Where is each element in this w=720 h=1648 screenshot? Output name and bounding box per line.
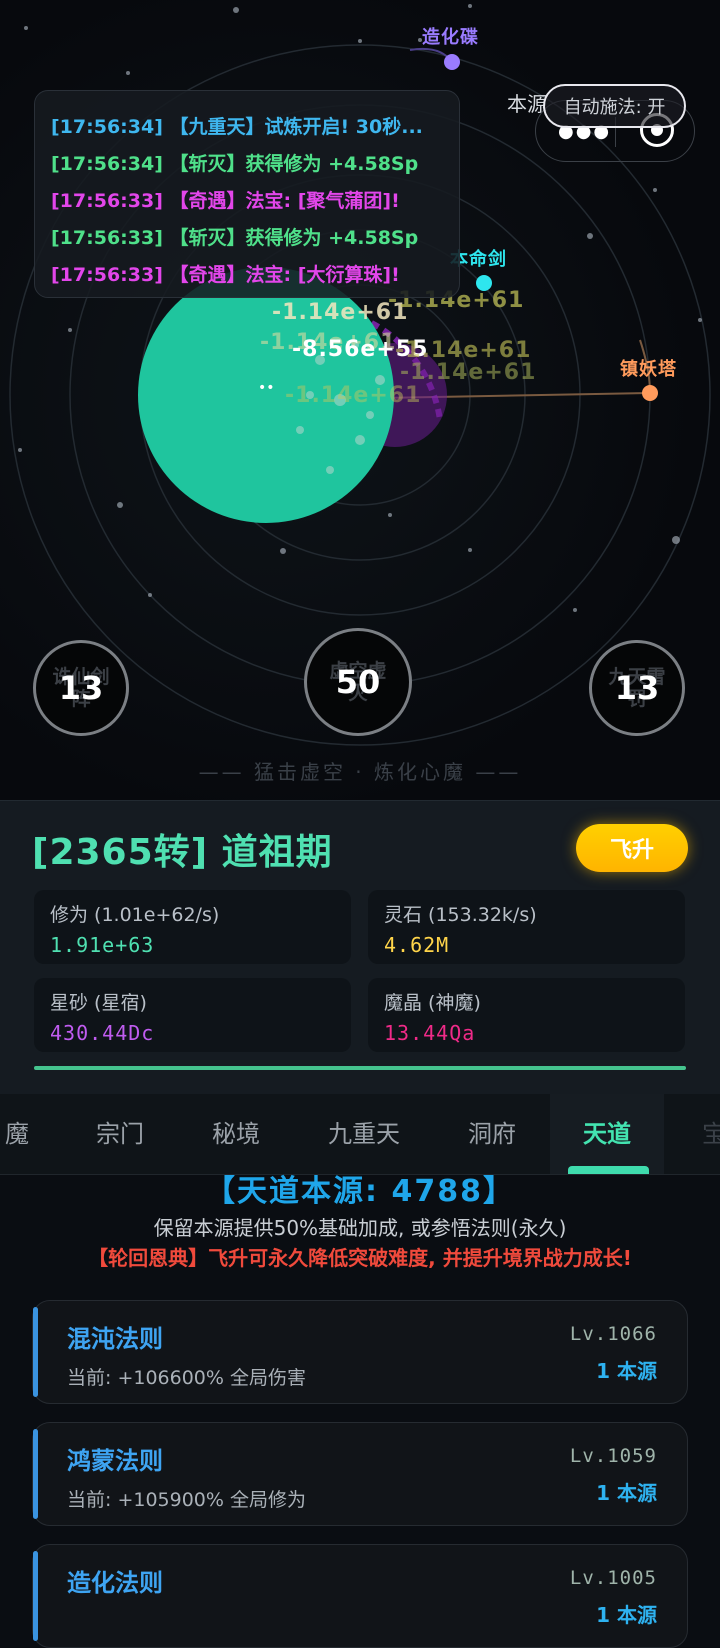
law-card-zaohua[interactable]: 造化法则 Lv.1005 1 本源: [32, 1544, 688, 1648]
log-line: [17:56:34] 【九重天】试炼开启! 30秒...: [51, 116, 423, 138]
tab-cave[interactable]: 洞府: [450, 1094, 534, 1174]
skill-orb-void[interactable]: 虚空虚灭 50: [304, 628, 412, 736]
planet-zhenyao: [642, 385, 658, 401]
scene-slogan: —— 猛击虚空 · 炼化心魔 ——: [198, 760, 522, 784]
planet-label-zaohua: 造化碟: [422, 27, 479, 48]
battle-scene[interactable]: 造化碟 本命剑 镇妖塔 -1.14e+61 -1.14e+61 -1.14e+6…: [0, 0, 720, 800]
damage-number: -1.14e+61: [400, 360, 537, 385]
tab-nine-heavens[interactable]: 九重天: [316, 1094, 412, 1174]
log-line: [17:56:34] 【斩灭】获得修为 +4.58Sp: [51, 153, 419, 175]
reincarnation-warning: 【轮回恩典】飞升可永久降低突破难度, 并提升境界战力成长!: [88, 1246, 632, 1270]
tab-treasure[interactable]: 宝: [694, 1094, 720, 1174]
tab-demon[interactable]: 魔: [0, 1094, 34, 1174]
tab-secret-realm[interactable]: 秘境: [194, 1094, 278, 1174]
law-card-hongmeng[interactable]: 鸿蒙法则 当前: +105900% 全局修为 Lv.1059 1 本源: [32, 1422, 688, 1526]
log-line: [17:56:33] 【奇遇】法宝: [大衍算珠]!: [51, 264, 400, 286]
skill-orb-zhuxian[interactable]: 诛仙剑阵 13: [33, 640, 129, 736]
auto-cast-toggle[interactable]: 自动施法: 开: [543, 84, 686, 128]
stat-demon-crystal: 魔晶 (神魔) 13.44Qa: [368, 978, 685, 1052]
event-log: [17:56:34] 【九重天】试炼开启! 30秒... [17:56:34] …: [34, 90, 460, 298]
planet-zaohua: [444, 54, 460, 70]
core-eyes: ••: [258, 380, 275, 396]
skill-orb-thunder[interactable]: 九天雷罚 13: [589, 640, 685, 736]
stat-cultivation: 修为 (1.01e+62/s) 1.91e+63: [34, 890, 351, 964]
tab-heavenly-dao[interactable]: 天道: [550, 1094, 664, 1174]
dao-source-headline: 【天道本源: 4788】: [205, 1174, 515, 1209]
law-card-chaos[interactable]: 混沌法则 当前: +106600% 全局伤害 Lv.1066 1 本源: [32, 1300, 688, 1404]
tab-sect[interactable]: 宗门: [78, 1094, 162, 1174]
tab-bar: 魔 宗门 秘境 九重天 洞府 天道 宝: [0, 1094, 720, 1175]
planet-label-zhenyao: 镇妖塔: [620, 359, 677, 380]
log-line: [17:56:33] 【奇遇】法宝: [聚气蒲团]!: [51, 190, 400, 212]
dao-note: 保留本源提供50%基础加成, 或参悟法则(永久): [153, 1216, 567, 1240]
damage-number: -1.14e+61: [285, 383, 422, 408]
realm-title: [2365转] 道祖期: [32, 832, 333, 873]
progress-bar: [34, 1066, 686, 1070]
stat-star-sand: 星砂 (星宿) 430.44Dc: [34, 978, 351, 1052]
ascend-button[interactable]: 飞升: [576, 824, 688, 872]
log-line: [17:56:33] 【斩灭】获得修为 +4.58Sp: [51, 227, 419, 249]
stat-spirit-stone: 灵石 (153.32k/s) 4.62M: [368, 890, 685, 964]
